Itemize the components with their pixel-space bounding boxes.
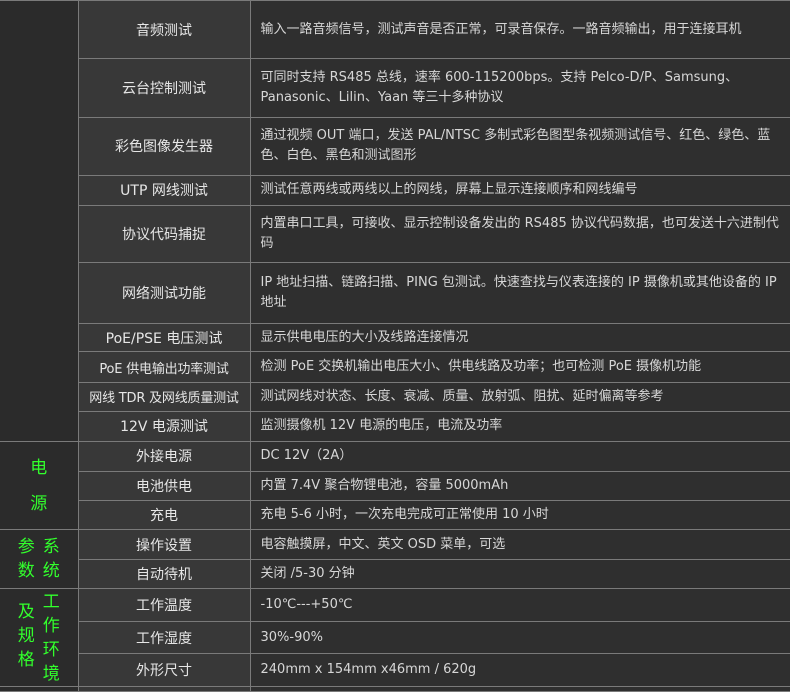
spec-table: 音频测试 输入一路音频信号，测试声音是否正常，可录音保存。一路音频输出，用于连接…: [0, 0, 790, 692]
category-char: 数: [17, 561, 35, 582]
row-desc: -10℃---+50℃: [249, 588, 790, 622]
row-name: 操作设置: [77, 529, 251, 561]
category-environment: 及 规 格 工 作 环 境: [0, 588, 79, 687]
row-name: 网络测试功能: [77, 262, 251, 325]
row-name: 外接电源: [77, 440, 251, 472]
row-desc: 测试网线对状态、长度、衰减、质量、放射弧、阻扰、延时偏离等参考: [249, 381, 790, 412]
table-row: 工作湿度 30%-90%: [0, 620, 790, 655]
category-char: 及: [17, 601, 35, 622]
row-desc: 输入一路音频信号，测试声音是否正常，可录音保存。一路音频输出，用于连接耳机: [249, 0, 790, 60]
category-system: 参 数 系 统: [0, 529, 79, 590]
table-row: 协议代码捕捉 内置串口工具，可接收、显示控制设备发出的 RS485 协议代码数据…: [0, 204, 790, 264]
row-desc: 电容触摸屏，中文、英文 OSD 菜单，可选: [249, 529, 790, 561]
table-row-partial: [0, 685, 790, 692]
row-name: PoE 供电输出功率测试: [77, 351, 251, 383]
table-row: PoE 供电输出功率测试 检测 PoE 交换机输出电压大小、供电线路及功率；也可…: [0, 351, 790, 383]
table-row: 电池供电 内置 7.4V 聚合物锂电池，容量 5000mAh: [0, 470, 790, 502]
row-desc: 充电 5-6 小时，一次充电完成可正常使用 10 小时: [249, 500, 790, 531]
row-desc-empty: [249, 685, 790, 692]
row-desc: 测试任意两线或两线以上的网线，屏幕上显示连接顺序和网线编号: [249, 174, 790, 206]
table-row: 电 源 外接电源 DC 12V（2A）: [0, 440, 790, 531]
category-power: 电 源: [0, 440, 79, 531]
row-name: 工作温度: [77, 588, 251, 622]
category-char: 电: [30, 457, 48, 478]
category-char: 环: [42, 639, 60, 660]
row-name: 音频测试: [77, 0, 251, 60]
row-name: PoE/PSE 电压测试: [77, 323, 251, 353]
row-desc: 30%-90%: [249, 620, 790, 655]
row-name: 充电: [77, 500, 251, 531]
table-row: 网线 TDR 及网线质量测试 测试网线对状态、长度、衰减、质量、放射弧、阻扰、延…: [0, 381, 790, 412]
row-desc: 检测 PoE 交换机输出电压大小、供电线路及功率；也可检测 PoE 摄像机功能: [249, 351, 790, 383]
row-name: 云台控制测试: [77, 58, 251, 118]
table-row: 外形尺寸 240mm x 154mm x46mm / 620g: [0, 653, 790, 687]
row-desc: 可同时支持 RS485 总线，速率 600-115200bps。支持 Pelco…: [249, 58, 790, 118]
table-row: 云台控制测试 可同时支持 RS485 总线，速率 600-115200bps。支…: [0, 58, 790, 118]
table-row: 自动待机 关闭 /5-30 分钟: [0, 559, 790, 590]
row-name: 电池供电: [77, 470, 251, 502]
category-char: 源: [30, 493, 48, 514]
category-char: 参: [17, 537, 35, 558]
row-name: 彩色图像发生器: [77, 116, 251, 176]
row-desc: 240mm x 154mm x46mm / 620g: [249, 653, 790, 687]
table-row: 12V 电源测试 监测摄像机 12V 电源的电压，电流及功率: [0, 410, 790, 442]
row-desc: 监测摄像机 12V 电源的电压，电流及功率: [249, 410, 790, 442]
category-cell-empty: [0, 0, 79, 442]
category-char: 作: [42, 615, 60, 636]
row-name-empty: [77, 685, 251, 692]
category-char: 规: [17, 625, 35, 646]
row-name: 网线 TDR 及网线质量测试: [77, 381, 251, 412]
row-desc: 关闭 /5-30 分钟: [249, 559, 790, 590]
row-name: 工作湿度: [77, 620, 251, 655]
table-row: 及 规 格 工 作 环 境 工作温度 -10℃---+50℃: [0, 588, 790, 687]
row-desc: IP 地址扫描、链路扫描、PING 包测试。快速查找与仪表连接的 IP 摄像机或…: [249, 262, 790, 325]
category-char: 统: [42, 561, 60, 582]
row-desc: 内置串口工具，可接收、显示控制设备发出的 RS485 协议代码数据，也可发送十六…: [249, 204, 790, 264]
row-name: UTP 网线测试: [77, 174, 251, 206]
row-desc: 内置 7.4V 聚合物锂电池，容量 5000mAh: [249, 470, 790, 502]
category-char: 格: [17, 649, 35, 670]
category-char: 工: [42, 591, 60, 612]
table-row: UTP 网线测试 测试任意两线或两线以上的网线，屏幕上显示连接顺序和网线编号: [0, 174, 790, 206]
row-desc: 显示供电电压的大小及线路连接情况: [249, 323, 790, 353]
table-row: 彩色图像发生器 通过视频 OUT 端口，发送 PAL/NTSC 多制式彩色图型条…: [0, 116, 790, 176]
row-name: 自动待机: [77, 559, 251, 590]
table-row: 充电 充电 5-6 小时，一次充电完成可正常使用 10 小时: [0, 500, 790, 531]
category-char: 境: [42, 663, 60, 684]
table-row: PoE/PSE 电压测试 显示供电电压的大小及线路连接情况: [0, 323, 790, 353]
row-name: 12V 电源测试: [77, 410, 251, 442]
table-row: 音频测试 输入一路音频信号，测试声音是否正常，可录音保存。一路音频输出，用于连接…: [0, 0, 790, 442]
category-cell-empty: [0, 685, 79, 692]
row-name: 协议代码捕捉: [77, 204, 251, 264]
row-name: 外形尺寸: [77, 653, 251, 687]
row-desc: DC 12V（2A）: [249, 440, 790, 472]
category-char: 系: [42, 537, 60, 558]
table-row: 网络测试功能 IP 地址扫描、链路扫描、PING 包测试。快速查找与仪表连接的 …: [0, 262, 790, 325]
row-desc: 通过视频 OUT 端口，发送 PAL/NTSC 多制式彩色图型条视频测试信号、红…: [249, 116, 790, 176]
table-row: 参 数 系 统 操作设置 电容触摸屏，中文、英文 OSD 菜单，可选: [0, 529, 790, 590]
